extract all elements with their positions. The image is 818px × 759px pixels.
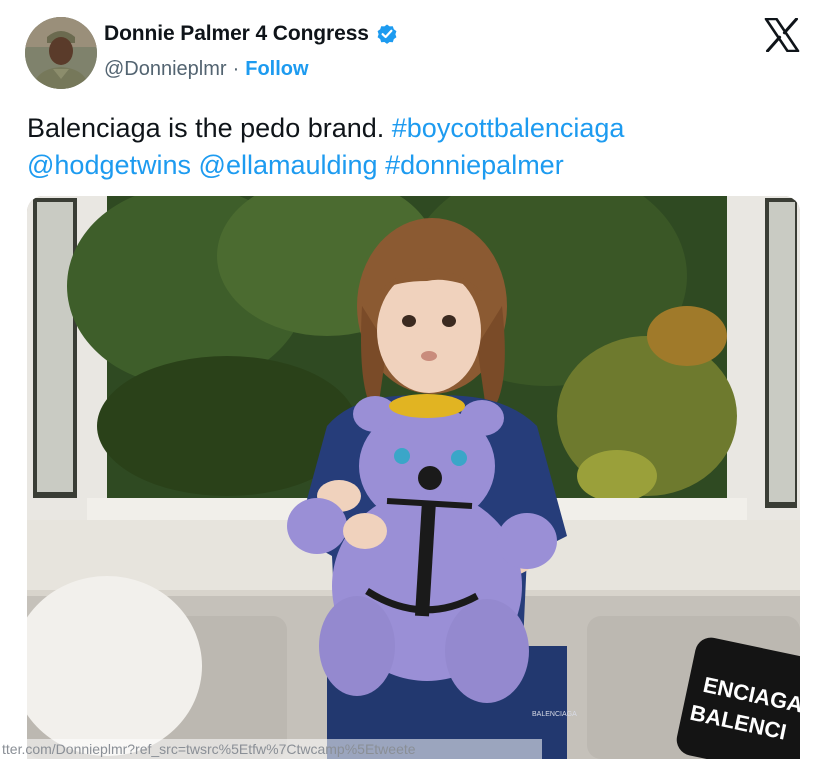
shorts-print: BALENCIAGA: [532, 711, 577, 718]
x-logo-icon[interactable]: [764, 17, 800, 53]
verified-badge-icon: [375, 22, 399, 46]
tweet-card: Donnie Palmer 4 Congress @Donnieplmr · F…: [0, 0, 818, 759]
author-name-row: Donnie Palmer 4 Congress: [104, 22, 399, 46]
tweet-text-plain: Balenciaga is the pedo brand.: [27, 113, 392, 143]
status-bar-url: tter.com/Donnieplmr?ref_src=twsrc%5Etfw%…: [0, 739, 542, 759]
mention-link[interactable]: @hodgetwins: [27, 150, 191, 180]
author-display-name[interactable]: Donnie Palmer 4 Congress: [104, 22, 369, 46]
tweet-text: Balenciaga is the pedo brand. #boycottba…: [27, 110, 807, 184]
author-avatar[interactable]: [25, 17, 97, 89]
tweet-media-photo[interactable]: ENCIAGA BALENCI BALENCIAGA: [27, 196, 800, 759]
follow-button[interactable]: Follow: [245, 58, 308, 81]
handle-separator: ·: [232, 58, 240, 80]
author-handle[interactable]: @Donnieplmr: [104, 58, 227, 81]
mention-link[interactable]: @ellamaulding: [199, 150, 378, 180]
hashtag-link[interactable]: #donniepalmer: [385, 150, 564, 180]
hashtag-link[interactable]: #boycottbalenciaga: [392, 113, 625, 143]
author-handle-row: @Donnieplmr · Follow: [104, 58, 309, 81]
